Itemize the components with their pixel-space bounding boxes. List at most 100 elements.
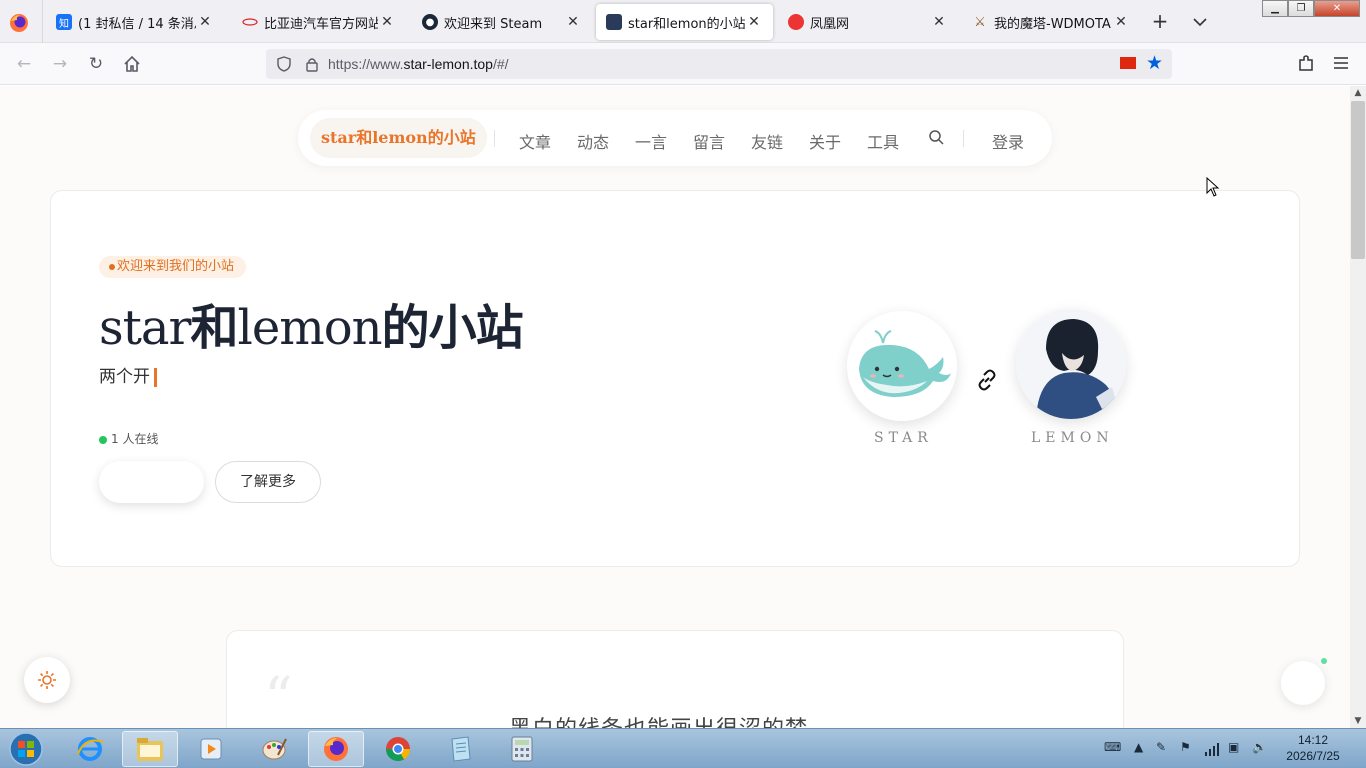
- tab-title: 我的魔塔-WDMOTA: [994, 16, 1111, 32]
- close-tab-icon[interactable]: ✕: [196, 14, 214, 30]
- byd-icon: [242, 14, 258, 30]
- nav-divider: [963, 130, 964, 147]
- notepad-icon: [451, 736, 471, 762]
- start-button[interactable]: [6, 731, 46, 767]
- bookmark-star-icon[interactable]: ★: [1146, 53, 1163, 73]
- new-tab-button[interactable]: +: [1148, 10, 1172, 34]
- chat-status-dot: [1321, 658, 1327, 664]
- lemon-label: LEMON: [1031, 430, 1114, 446]
- link-icon: [978, 369, 996, 391]
- china-flag-icon[interactable]: [1120, 57, 1136, 69]
- tracking-shield-icon[interactable]: [276, 56, 292, 72]
- folder-icon: [137, 738, 163, 761]
- internet-explorer-icon: [77, 737, 104, 761]
- forward-button[interactable]: →: [49, 53, 71, 75]
- site-navigation: star和lemon的小站 文章 动态 一言 留言 友链 关于 工具 登录: [298, 110, 1052, 166]
- nav-item-moments[interactable]: 动态: [577, 129, 609, 153]
- tab-mota[interactable]: ⚔ 我的魔塔-WDMOTA ✕: [962, 4, 1140, 40]
- pin-icon[interactable]: ✎: [1156, 740, 1166, 754]
- url-domain: star-lemon.top: [403, 56, 493, 72]
- hamburger-menu-icon[interactable]: [1332, 54, 1350, 72]
- action-center-flag-icon[interactable]: ⚑: [1180, 740, 1191, 754]
- nav-item-messages[interactable]: 留言: [693, 129, 725, 153]
- learn-more-button[interactable]: 了解更多: [215, 461, 321, 503]
- firefox-taskbar-button[interactable]: [308, 731, 364, 767]
- close-window-button[interactable]: ✕: [1314, 0, 1360, 17]
- minimize-button[interactable]: ▁: [1262, 0, 1288, 17]
- tab-star-lemon[interactable]: star和lemon的小站 ✕: [596, 4, 773, 40]
- nav-item-hitokoto[interactable]: 一言: [635, 129, 667, 153]
- close-tab-icon[interactable]: ✕: [564, 14, 582, 30]
- list-all-tabs-icon[interactable]: [1188, 10, 1212, 34]
- clock-date: 2026/7/25: [1286, 749, 1340, 763]
- quote-mark: “: [264, 666, 293, 728]
- nav-item-about[interactable]: 关于: [809, 129, 841, 153]
- primary-button[interactable]: [99, 461, 204, 503]
- show-hidden-icons-button[interactable]: ▲: [1134, 740, 1143, 754]
- paint-palette-icon: [262, 738, 287, 760]
- theme-toggle-button[interactable]: [24, 657, 70, 703]
- chrome-icon: [386, 737, 410, 762]
- system-clock[interactable]: 14:12 2026/7/25: [1278, 732, 1348, 764]
- star-avatar[interactable]: [847, 311, 957, 421]
- typing-text: 两个开: [99, 367, 150, 387]
- home-icon[interactable]: [121, 53, 143, 75]
- typing-caret: [154, 367, 157, 387]
- chat-button[interactable]: [1281, 661, 1325, 705]
- scroll-up-icon[interactable]: ▲: [1350, 86, 1366, 100]
- media-player-taskbar-button[interactable]: [184, 731, 240, 767]
- calculator-taskbar-button[interactable]: [494, 731, 550, 767]
- tab-zhihu[interactable]: 知 (1 封私信 / 14 条消息) ✕: [46, 4, 224, 40]
- tab-title: 欢迎来到 Steam: [444, 16, 543, 32]
- tab-title: (1 封私信 / 14 条消息): [78, 16, 196, 32]
- paint-taskbar-button[interactable]: [246, 731, 302, 767]
- login-link[interactable]: 登录: [992, 129, 1024, 153]
- extensions-icon[interactable]: [1296, 53, 1316, 73]
- browser-tab-strip: 知 (1 封私信 / 14 条消息) ✕ 比亚迪汽车官方网站首页 ✕ ● 欢迎来…: [0, 0, 1366, 43]
- star-label: STAR: [874, 430, 933, 446]
- ie-taskbar-button[interactable]: [62, 731, 118, 767]
- lemon-avatar[interactable]: [1016, 309, 1126, 419]
- scrollbar-thumb[interactable]: [1351, 101, 1365, 259]
- page-scrollbar[interactable]: ▲ ▼: [1350, 86, 1366, 728]
- quote-card: “ 黑白的线条也能画出很涩的梦: [226, 630, 1124, 728]
- tab-title: 凤凰网: [810, 16, 850, 32]
- close-tab-icon[interactable]: ✕: [930, 14, 948, 30]
- search-icon[interactable]: [928, 129, 944, 145]
- explorer-taskbar-button[interactable]: [122, 731, 178, 767]
- notepad-taskbar-button[interactable]: [432, 731, 488, 767]
- restore-button[interactable]: ❐: [1288, 0, 1314, 17]
- tab-steam[interactable]: ● 欢迎来到 Steam ✕: [412, 4, 592, 40]
- site-icon: [606, 14, 622, 30]
- nav-item-articles[interactable]: 文章: [519, 129, 551, 153]
- keyboard-icon[interactable]: ⌨: [1104, 740, 1121, 754]
- site-brand[interactable]: star和lemon的小站: [310, 118, 487, 158]
- clock-time: 14:12: [1297, 733, 1329, 747]
- close-tab-icon[interactable]: ✕: [1112, 14, 1130, 30]
- url-suffix: /#/: [492, 56, 509, 72]
- firefox-menu-icon[interactable]: [8, 12, 30, 34]
- mota-icon: ⚔: [974, 14, 986, 30]
- url-text[interactable]: https://www.star-lemon.top/#/: [328, 56, 509, 72]
- windows-taskbar: ⌨ ▲ ✎ ⚑ ▣ 🔈 14:12 2026/7/25: [0, 728, 1366, 768]
- calculator-icon: [511, 736, 533, 762]
- tab-ifeng[interactable]: 凤凰网 ✕: [778, 4, 958, 40]
- address-bar[interactable]: https://www.star-lemon.top/#/ ★: [266, 49, 1172, 79]
- chrome-taskbar-button[interactable]: [370, 731, 426, 767]
- girl-portrait-icon: [1016, 309, 1126, 419]
- tab-title: 比亚迪汽车官方网站首页: [264, 16, 378, 32]
- volume-icon[interactable]: 🔈: [1252, 740, 1267, 754]
- close-tab-icon[interactable]: ✕: [745, 14, 763, 30]
- power-icon[interactable]: ▣: [1228, 740, 1239, 754]
- close-tab-icon[interactable]: ✕: [378, 14, 396, 30]
- firefox-icon: [324, 737, 348, 761]
- back-button[interactable]: ←: [13, 53, 35, 75]
- nav-item-tools[interactable]: 工具: [867, 129, 899, 153]
- tab-byd[interactable]: 比亚迪汽车官方网站首页 ✕: [232, 4, 406, 40]
- reload-button[interactable]: ↻: [85, 53, 107, 75]
- media-player-icon: [200, 738, 222, 760]
- nav-item-friends[interactable]: 友链: [751, 129, 783, 153]
- lock-icon[interactable]: [304, 56, 320, 72]
- network-signal-icon[interactable]: [1204, 742, 1220, 756]
- scroll-down-icon[interactable]: ▼: [1350, 714, 1366, 728]
